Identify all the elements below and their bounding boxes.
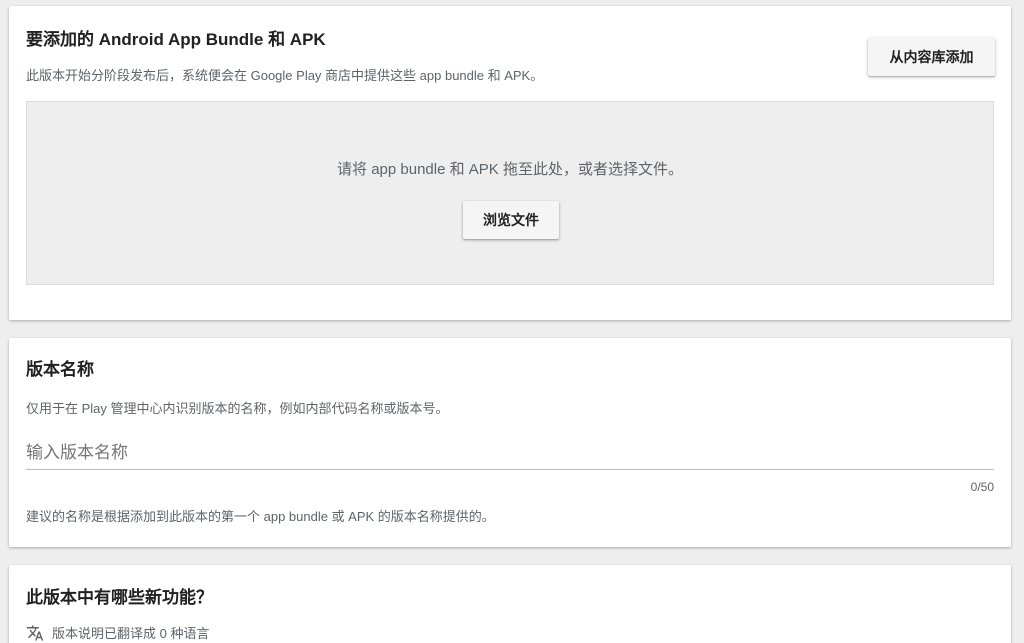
app-bundles-card: 要添加的 Android App Bundle 和 APK 此版本开始分阶段发布… [9,6,1011,320]
browse-files-button[interactable]: 浏览文件 [463,201,559,239]
release-name-input[interactable] [26,436,994,470]
app-bundles-description: 此版本开始分阶段发布后，系统便会在 Google Play 商店中提供这些 ap… [26,68,544,83]
release-name-description: 仅用于在 Play 管理中心内识别版本的名称，例如内部代码名称或版本号。 [26,401,449,416]
character-counter: 0/50 [970,480,994,494]
release-notes-card: 此版本中有哪些新功能？ 版本说明已翻译成 0 种语言 [9,565,1011,643]
file-dropzone[interactable]: 请将 app bundle 和 APK 拖至此处，或者选择文件。 浏览文件 [26,101,994,285]
release-notes-title: 此版本中有哪些新功能？ [26,588,213,607]
dropzone-instructions: 请将 app bundle 和 APK 拖至此处，或者选择文件。 [337,161,683,178]
translate-icon [26,624,44,642]
release-name-title: 版本名称 [26,360,94,379]
translation-status-row: 版本说明已翻译成 0 种语言 [26,623,209,642]
release-name-hint: 建议的名称是根据添加到此版本的第一个 app bundle 或 APK 的版本名… [26,509,495,524]
app-bundles-title: 要添加的 Android App Bundle 和 APK [26,30,326,49]
release-name-card: 版本名称 仅用于在 Play 管理中心内识别版本的名称，例如内部代码名称或版本号… [9,338,1011,547]
translation-status-text: 版本说明已翻译成 0 种语言 [52,626,210,641]
add-from-library-button[interactable]: 从内容库添加 [868,38,995,76]
